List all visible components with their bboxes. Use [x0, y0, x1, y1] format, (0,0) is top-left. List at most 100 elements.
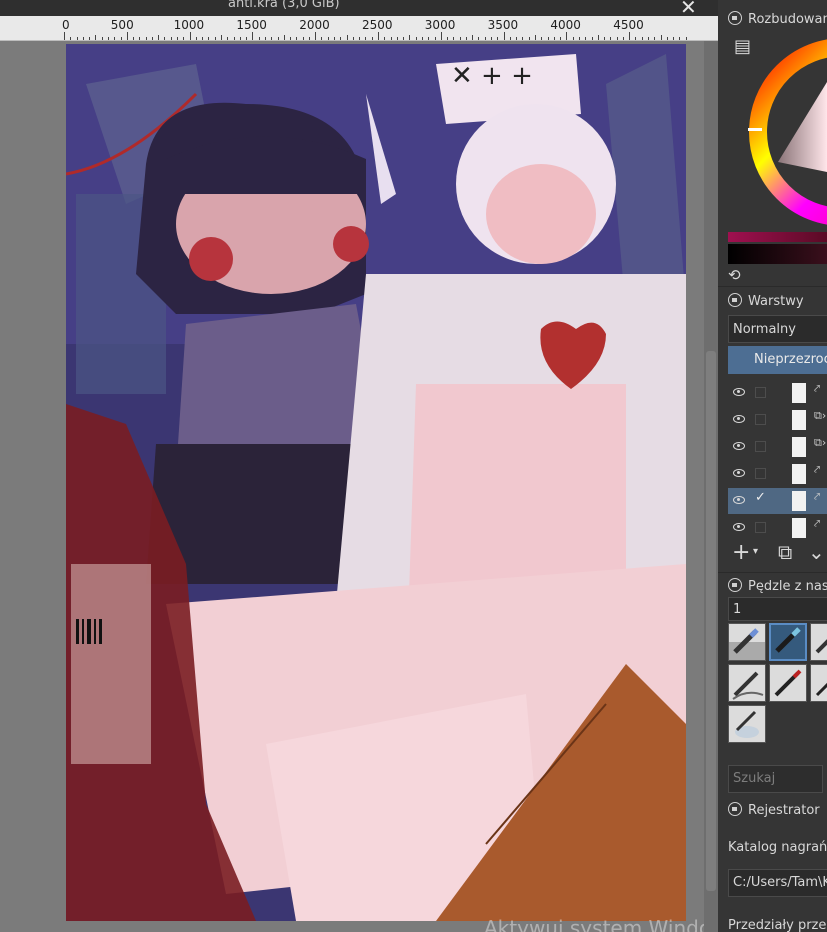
layer-checkbox[interactable]	[755, 441, 766, 452]
ruler-tick	[560, 37, 562, 40]
ruler-tick	[610, 37, 612, 40]
brush-preset-selected[interactable]	[769, 623, 807, 661]
layer-properties-icon[interactable]: ⧉›	[814, 436, 826, 450]
ruler-tick	[120, 37, 122, 40]
scrollbar-thumb[interactable]	[706, 351, 716, 891]
ruler-tick	[101, 37, 103, 40]
layer-thumbnail	[792, 518, 806, 538]
ruler-label: 1000	[173, 18, 205, 32]
ruler-tick	[315, 32, 317, 40]
opacity-slider[interactable]: Nieprzezroczystość	[728, 346, 827, 374]
layer-checkbox[interactable]	[755, 414, 766, 425]
value-slider[interactable]	[728, 244, 827, 264]
check-mark-icon[interactable]: ✓	[755, 490, 766, 505]
ruler-label: 4500	[613, 18, 644, 32]
visibility-eye-icon[interactable]	[733, 442, 745, 450]
ruler-label: 500	[110, 18, 134, 32]
ruler-tick	[233, 37, 235, 40]
ruler-tick	[214, 37, 216, 40]
ruler-tick	[177, 37, 179, 40]
color-history-bar[interactable]	[728, 232, 827, 242]
ruler-tick	[271, 37, 273, 40]
color-wheel[interactable]	[718, 32, 827, 232]
blend-mode-select[interactable]: Normalny	[728, 315, 827, 343]
layer-properties-icon[interactable]: ⤤	[814, 490, 820, 504]
layer-properties-icon[interactable]: ⤤	[814, 382, 820, 396]
duplicate-layer-icon[interactable]: ⧉	[778, 540, 792, 564]
ruler-tick	[195, 37, 197, 40]
layer-checkbox[interactable]	[755, 522, 766, 533]
visibility-eye-icon[interactable]	[733, 496, 745, 504]
ruler-tick	[283, 35, 285, 40]
brush-preset-airbrush[interactable]	[728, 705, 766, 743]
chevron-down-icon[interactable]: ⌄	[808, 540, 825, 564]
ruler-tick	[327, 37, 329, 40]
right-dock: Rozbudowany selektor kolorów ▤ ⟲ Warstwy…	[718, 0, 827, 932]
ruler-tick	[221, 35, 222, 40]
layer-properties-icon[interactable]: ⤤	[814, 517, 820, 531]
layer-thumbnail	[792, 491, 806, 511]
close-icon[interactable]: ✕	[680, 0, 697, 16]
layer-checkbox[interactable]	[755, 468, 766, 479]
lock-icon[interactable]	[728, 578, 742, 592]
lock-icon[interactable]	[728, 293, 742, 307]
lock-icon[interactable]	[728, 11, 742, 25]
ruler-tick	[151, 37, 153, 40]
ruler-tick	[528, 37, 530, 40]
refresh-icon[interactable]: ⟲	[728, 266, 741, 284]
layer-row[interactable]: ✓ ⤤	[728, 488, 827, 514]
ruler-tick	[578, 37, 580, 40]
brush-preset-pencil[interactable]	[728, 664, 766, 702]
recording-directory-input[interactable]: C:/Users/Tam\K	[728, 869, 827, 897]
ruler-tick	[107, 37, 109, 40]
ruler-tick	[434, 37, 436, 40]
ruler-tick	[635, 37, 637, 40]
ruler-label: 2500	[362, 18, 393, 32]
lock-icon[interactable]	[728, 802, 742, 816]
ruler-tick	[597, 35, 599, 40]
brush-preset-ink[interactable]	[810, 623, 827, 661]
ruler-tick	[183, 37, 185, 40]
brush-tag-select[interactable]: 1	[728, 597, 827, 621]
layer-checkbox[interactable]	[755, 387, 766, 398]
brush-preset-pen[interactable]	[810, 664, 827, 702]
layer-properties-icon[interactable]: ⧉›	[814, 409, 826, 423]
ruler-tick	[396, 37, 398, 40]
layer-row[interactable]: ⧉›	[728, 407, 827, 433]
capture-interval-label: Przedziały przechwytywania	[728, 918, 827, 932]
layer-properties-icon[interactable]: ⤤	[814, 463, 820, 477]
ruler-tick	[535, 35, 536, 40]
visibility-eye-icon[interactable]	[733, 415, 745, 423]
ruler-tick	[359, 37, 361, 40]
ruler-tick	[629, 32, 631, 40]
ruler-tick	[685, 37, 687, 40]
add-layer-icon[interactable]: +	[732, 540, 750, 565]
windows-activation-watermark: Aktywuj system Windows	[484, 916, 704, 932]
layer-row[interactable]: ⤤	[728, 380, 827, 406]
ruler-tick	[126, 32, 128, 40]
layer-row[interactable]: ⤤	[728, 515, 827, 541]
brush-search-input[interactable]: Szukaj	[728, 765, 823, 793]
visibility-eye-icon[interactable]	[733, 469, 745, 477]
ruler-tick	[453, 37, 455, 40]
canvas-vertical-scrollbar[interactable]	[704, 41, 718, 932]
ruler-tick	[145, 37, 147, 40]
visibility-eye-icon[interactable]	[733, 523, 745, 531]
layer-row[interactable]: ⧉›	[728, 434, 827, 460]
visibility-eye-icon[interactable]	[733, 388, 745, 396]
ruler-tick	[648, 37, 650, 40]
layer-row[interactable]: ⤤	[728, 461, 827, 487]
ruler-tick	[409, 35, 411, 40]
layer-thumbnail	[792, 437, 806, 457]
ruler-tick	[516, 37, 518, 40]
ruler-tick	[403, 37, 405, 40]
canvas-area[interactable]: ✕ + + Aktywuj system Windows	[0, 41, 704, 932]
ruler-label: 3500	[487, 18, 519, 32]
brush-preset-eraser[interactable]	[728, 623, 766, 661]
ruler-tick	[585, 37, 587, 40]
ruler-tick	[641, 37, 643, 40]
artwork-image[interactable]: ✕ + +	[66, 44, 686, 921]
ruler-tick	[89, 37, 91, 40]
chevron-down-icon[interactable]: ▾	[753, 546, 758, 557]
brush-preset-marker[interactable]	[769, 664, 807, 702]
